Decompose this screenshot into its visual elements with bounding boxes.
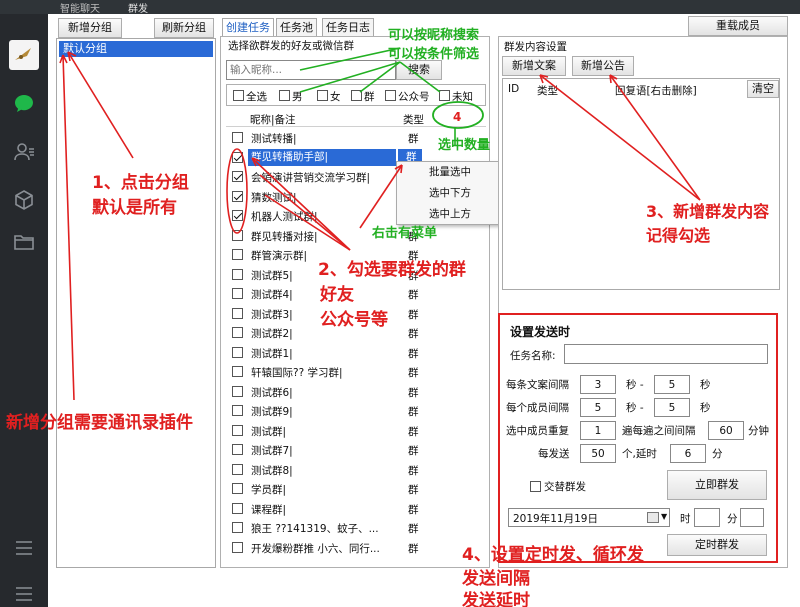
annotation-2-line1: 2、勾选要群发的群 (318, 260, 466, 280)
annotation-3-line1: 3、新增群发内容 (646, 202, 770, 221)
annotation-4-line3: 发送延时 (462, 591, 530, 607)
annotation-2-line3: 公众号等 (320, 310, 388, 330)
annotation-arrows (59, 47, 701, 401)
annotation-plugin: 新增分组需要通讯录插件 (6, 413, 193, 433)
annotation-search-filter: 可以按条件筛选 (388, 47, 480, 62)
annotation-right-click-menu: 右击有菜单 (372, 226, 438, 241)
annotation-1-line1: 1、点击分组 (92, 173, 189, 193)
annotation-selected-count: 选中数量 (438, 138, 491, 153)
annotation-search-nickname: 可以按昵称搜索 (388, 28, 480, 43)
annotation-4-line1: 4、设置定时发、循环发 (462, 545, 644, 565)
annotation-3-line2: 记得勾选 (646, 226, 711, 245)
annotation-2-line2: 好友 (320, 285, 354, 305)
annotation-1-line2: 默认是所有 (92, 198, 177, 218)
